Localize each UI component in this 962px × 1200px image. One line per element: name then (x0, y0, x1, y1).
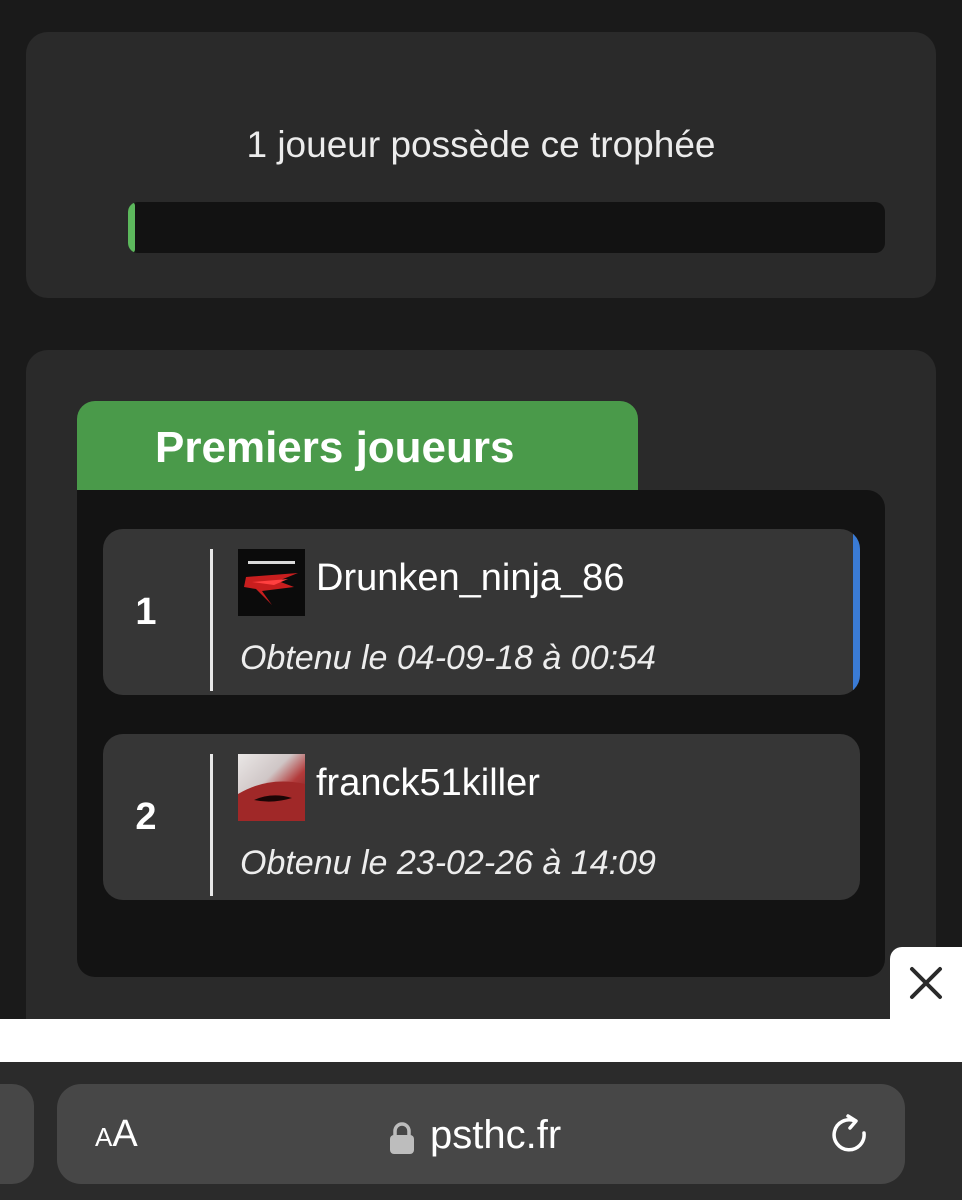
obtained-date: Obtenu le 04-09-18 à 00:54 (240, 639, 656, 677)
first-players-list: 1 Drunken_ninja_86 Obtenu le 04-09-18 à … (77, 490, 885, 977)
page-bottom-strip (0, 1019, 962, 1062)
player-username[interactable]: franck51killer (316, 762, 540, 805)
text-size-button[interactable]: AA (95, 1084, 138, 1184)
row-highlight-bar (853, 529, 860, 695)
obtained-date: Obtenu le 23-02-26 à 14:09 (240, 844, 656, 882)
reload-icon[interactable] (827, 1113, 871, 1162)
player-row[interactable]: 2 franck51killer Obtenu le 23-02-26 à 14… (103, 734, 860, 900)
address-bar[interactable]: AA psthc.fr (57, 1084, 905, 1184)
owners-count-text: 1 joueur possède ce trophée (246, 124, 716, 165)
row-divider (210, 549, 213, 691)
text-size-big-label: A (112, 1113, 138, 1155)
owners-progress-bar (128, 202, 885, 253)
player-row[interactable]: 1 Drunken_ninja_86 Obtenu le 04-09-18 à … (103, 529, 860, 695)
lock-icon (389, 1121, 415, 1160)
previous-tab-edge[interactable] (0, 1084, 34, 1184)
row-divider (210, 754, 213, 896)
close-icon[interactable] (890, 947, 962, 1019)
red-abstract-avatar[interactable] (238, 754, 305, 821)
ninja-avatar[interactable] (238, 549, 305, 616)
text-size-small-label: A (95, 1122, 113, 1152)
first-players-card: Premiers joueurs 1 Drunken_ninja_86 Obte… (26, 350, 936, 1070)
player-rank: 1 (135, 590, 157, 633)
url-text[interactable]: psthc.fr (430, 1084, 561, 1184)
first-players-title: Premiers joueurs (77, 401, 638, 491)
player-rank: 2 (135, 795, 157, 838)
trophy-owners-card: 1 joueur possède ce trophée (26, 32, 936, 298)
player-username[interactable]: Drunken_ninja_86 (316, 557, 624, 600)
owners-progress-fill (128, 202, 135, 253)
browser-toolbar: AA psthc.fr (0, 1062, 962, 1200)
